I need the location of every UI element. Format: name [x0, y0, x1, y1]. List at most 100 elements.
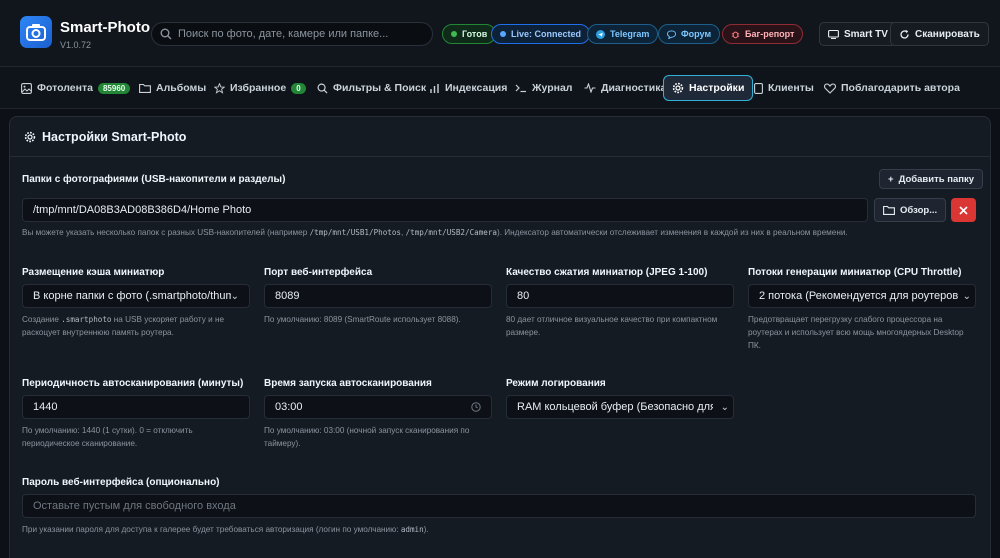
scan-start-time-label: Время запуска автосканирования: [264, 378, 432, 389]
cache-location-select[interactable]: В корне папки с фото (.smartphoto/thumbs…: [22, 284, 250, 308]
status-ready-label: Готов: [462, 29, 488, 39]
password-label: Пароль веб-интерфейса (опционально): [22, 477, 220, 488]
thumb-quality-input[interactable]: 80: [506, 284, 734, 308]
cache-location-value: В корне папки с фото (.smartphoto/thumbs…: [33, 290, 231, 302]
pulse-icon: [584, 83, 596, 93]
thumb-threads-select[interactable]: 2 потока (Рекомендуется для роутеров Kee…: [748, 284, 976, 308]
folder-path-input[interactable]: /tmp/mnt/DA08B3AD08B386D4/Home Photo: [22, 198, 868, 222]
thumb-threads-value: 2 потока (Рекомендуется для роутеров Kee…: [759, 290, 959, 302]
thumb-quality-label: Качество сжатия миниатюр (JPEG 1-100): [506, 267, 708, 278]
thumb-threads-label: Потоки генерации миниатюр (CPU Throttle): [748, 267, 962, 278]
add-folder-label: Добавить папку: [898, 173, 975, 185]
tab-thank-author[interactable]: Поблагодарить автора: [816, 75, 968, 101]
bug-icon: [731, 31, 740, 38]
tab-diagnostics[interactable]: Диагностика: [576, 75, 674, 101]
gear-icon: [672, 82, 684, 94]
tab-indexing[interactable]: Индексация: [421, 75, 515, 101]
tab-label: Альбомы: [156, 82, 207, 94]
scan-interval-label: Периодичность автосканирования (минуты): [22, 378, 244, 389]
bar-chart-icon: [430, 83, 439, 93]
live-dot-icon: [500, 31, 506, 37]
folder-path-value: /tmp/mnt/DA08B3AD08B386D4/Home Photo: [33, 204, 252, 216]
tv-icon: [828, 29, 839, 39]
smart-tv-label: Smart TV: [844, 28, 888, 40]
tab-log[interactable]: Журнал: [507, 75, 580, 101]
search-icon: [317, 83, 328, 94]
scan-interval-value: 1440: [33, 401, 58, 413]
terminal-icon: [515, 84, 526, 93]
telegram-link[interactable]: Telegram: [587, 24, 659, 44]
tab-clients[interactable]: Клиенты: [746, 75, 822, 101]
device-icon: [754, 82, 763, 94]
tab-favorites[interactable]: Избранное 0: [206, 75, 314, 101]
smart-tv-button[interactable]: Smart TV: [819, 22, 897, 46]
scan-start-time-help: По умолчанию: 03:00 (ночной запуск скани…: [264, 426, 470, 448]
password-input[interactable]: Оставьте пустым для свободного входа: [22, 494, 976, 518]
log-mode-label: Режим логирования: [506, 378, 606, 389]
scan-label: Сканировать: [915, 28, 980, 40]
clock-icon: [471, 402, 481, 412]
tab-label: Журнал: [532, 82, 573, 94]
thumb-quality-help: 80 дает отличное визуальное качество при…: [506, 315, 718, 337]
close-icon: [959, 205, 968, 215]
folder-icon: [883, 205, 895, 215]
password-help: При указании пароля для доступа к галере…: [22, 525, 429, 534]
gear-icon: [24, 131, 36, 142]
tab-settings[interactable]: Настройки: [663, 75, 754, 101]
tab-label: Настройки: [689, 82, 745, 94]
tab-label: Избранное: [230, 82, 287, 94]
live-connection-badge: Live: Connected: [491, 24, 591, 44]
thumb-quality-value: 80: [517, 290, 530, 302]
status-ready-badge: Готов: [442, 24, 497, 44]
folders-help: Вы можете указать несколько папок с разн…: [22, 228, 848, 237]
settings-panel-header: Настройки Smart-Photo: [10, 117, 990, 157]
status-dot-icon: [451, 31, 457, 37]
star-icon: [214, 82, 225, 94]
tab-albums[interactable]: Альбомы: [131, 75, 214, 101]
heart-icon: [824, 82, 836, 94]
password-placeholder: Оставьте пустым для свободного входа: [33, 500, 236, 512]
web-port-input[interactable]: 8089: [264, 284, 492, 308]
browse-button[interactable]: Обзор...: [874, 198, 947, 222]
web-port-value: 8089: [275, 290, 300, 302]
bug-report-label: Баг-репорт: [745, 29, 795, 39]
tab-label: Фильтры & Поиск: [333, 82, 427, 94]
scan-interval-input[interactable]: 1440: [22, 395, 250, 419]
live-status-label: Live: Connected: [511, 29, 582, 39]
scan-start-time-input[interactable]: 03:00: [264, 395, 492, 419]
scan-start-time-value: 03:00: [275, 401, 303, 413]
tab-filters-search[interactable]: Фильтры & Поиск: [309, 75, 434, 101]
refresh-icon: [900, 29, 909, 39]
app-version: V1.0.72: [60, 40, 92, 50]
settings-panel: Настройки Smart-Photo Папки с фотография…: [9, 116, 991, 558]
cache-location-label: Размещение кэша миниатюр: [22, 267, 165, 278]
tab-label: Клиенты: [768, 82, 814, 94]
web-port-help: По умолчанию: 8089 (SmartRoute используе…: [264, 315, 461, 324]
search-input[interactable]: [178, 28, 418, 40]
forum-link[interactable]: Форум: [658, 24, 721, 44]
remove-folder-button[interactable]: [951, 198, 976, 222]
camera-logo-icon: [20, 16, 52, 48]
search-icon: [160, 28, 172, 40]
browse-label: Обзор...: [900, 204, 938, 216]
log-mode-value: RAM кольцевой буфер (Безопасно для флеш-…: [517, 401, 713, 413]
settings-title: Настройки Smart-Photo: [42, 129, 187, 144]
favorites-count-badge: 0: [291, 82, 306, 94]
forum-label: Форум: [681, 29, 712, 39]
plus-icon: +: [888, 173, 894, 185]
tab-label: Индексация: [445, 82, 508, 94]
chat-bubble-icon: [667, 29, 676, 39]
add-folder-button[interactable]: + Добавить папку: [879, 169, 984, 189]
telegram-label: Telegram: [610, 29, 650, 39]
bug-report-link[interactable]: Баг-репорт: [722, 24, 804, 44]
tab-label: Диагностика: [601, 82, 667, 94]
telegram-icon: [596, 29, 605, 39]
chevron-down-icon: ⌄: [720, 401, 729, 413]
scan-button[interactable]: Сканировать: [890, 22, 989, 46]
folder-icon: [139, 83, 151, 93]
image-icon: [21, 82, 32, 94]
folders-label: Папки с фотографиями (USB-накопители и р…: [22, 174, 286, 185]
log-mode-select[interactable]: RAM кольцевой буфер (Безопасно для флеш-…: [506, 395, 734, 419]
search-bar[interactable]: [151, 22, 433, 46]
tab-photo-feed[interactable]: Фотолента 85960: [13, 75, 138, 101]
